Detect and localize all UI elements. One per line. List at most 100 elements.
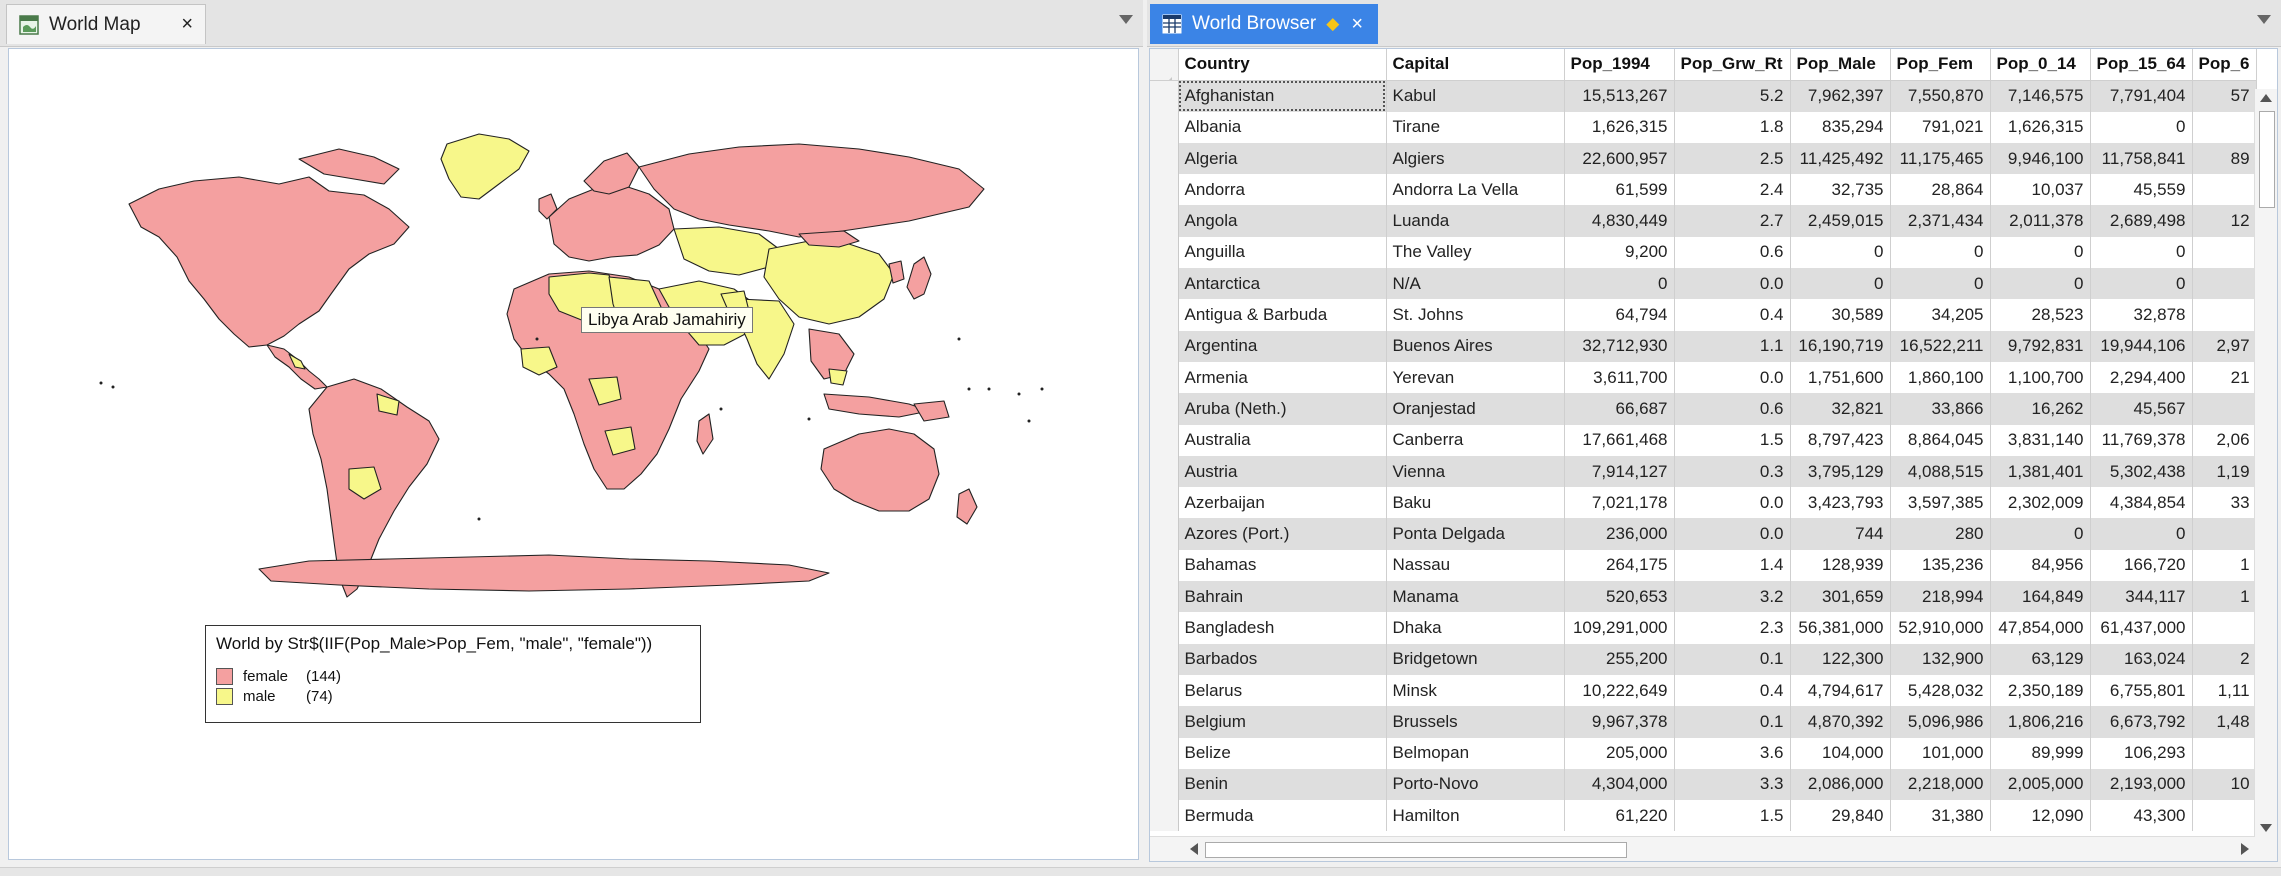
browser-grid-area[interactable]: Country Capital Pop_1994 Pop_Grw_Rt Pop_Male… bbox=[1149, 48, 2278, 862]
table-cell[interactable]: 2,459,015 bbox=[1790, 205, 1891, 237]
table-cell[interactable]: Bangladesh bbox=[1178, 612, 1387, 644]
table-cell[interactable]: 2.7 bbox=[1674, 205, 1791, 237]
table-cell[interactable]: N/A bbox=[1386, 268, 1565, 300]
table-cell[interactable]: 5,428,032 bbox=[1890, 674, 1991, 707]
chevron-down-icon[interactable] bbox=[2257, 15, 2271, 24]
table-row[interactable]: Antigua & Barbuda St. Johns 64,794 0.4 30,58… bbox=[1150, 299, 2257, 331]
table-cell[interactable]: 0 bbox=[1990, 518, 2091, 550]
table-cell[interactable]: 2.5 bbox=[1674, 142, 1791, 175]
table-cell[interactable]: 30,589 bbox=[1790, 299, 1891, 331]
table-cell[interactable]: Afghanistan bbox=[1178, 80, 1387, 112]
table-cell[interactable]: 9,967,378 bbox=[1564, 706, 1675, 738]
row-header[interactable] bbox=[1150, 800, 1179, 832]
table-row[interactable]: Bermuda Hamilton 61,220 1.5 29,840 31,380 12,0… bbox=[1150, 800, 2257, 832]
table-cell[interactable]: Bahamas bbox=[1178, 549, 1387, 582]
table-cell[interactable]: 33,866 bbox=[1890, 393, 1991, 425]
column-header-pop-0-14[interactable]: Pop_0_14 bbox=[1990, 49, 2091, 81]
row-header[interactable] bbox=[1150, 393, 1179, 425]
table-cell[interactable]: Belarus bbox=[1178, 674, 1387, 707]
table-cell[interactable]: 0.0 bbox=[1674, 268, 1791, 300]
row-header[interactable] bbox=[1150, 768, 1179, 801]
table-cell[interactable]: 0 bbox=[1790, 236, 1891, 269]
table-cell[interactable]: 7,550,870 bbox=[1890, 80, 1991, 112]
world-map[interactable] bbox=[9, 49, 1139, 859]
table-cell[interactable]: 61,437,000 bbox=[2090, 612, 2193, 644]
table-cell[interactable]: Antarctica bbox=[1178, 268, 1387, 300]
table-cell[interactable]: 0 bbox=[1990, 268, 2091, 300]
row-header[interactable] bbox=[1150, 236, 1179, 269]
table-cell[interactable]: 166,720 bbox=[2090, 549, 2193, 582]
table-cell[interactable]: 19,944,106 bbox=[2090, 330, 2193, 362]
table-cell[interactable]: 835,294 bbox=[1790, 111, 1891, 143]
table-cell[interactable]: 6,755,801 bbox=[2090, 674, 2193, 707]
table-cell[interactable]: 205,000 bbox=[1564, 737, 1675, 769]
column-header-pop-fem[interactable]: Pop_Fem bbox=[1890, 49, 1991, 81]
table-cell[interactable]: 28,864 bbox=[1890, 174, 1991, 206]
table-cell[interactable]: 0 bbox=[2090, 111, 2193, 143]
table-cell[interactable]: Luanda bbox=[1386, 205, 1565, 237]
table-row[interactable]: Anguilla The Valley 9,200 0.6 0 0 0 0 bbox=[1150, 236, 2257, 269]
row-header[interactable] bbox=[1150, 268, 1179, 300]
table-row[interactable]: Armenia Yerevan 3,611,700 0.0 1,751,600 1,860… bbox=[1150, 361, 2257, 394]
table-cell[interactable]: 1,11 bbox=[2192, 674, 2257, 707]
table-cell[interactable]: 1,806,216 bbox=[1990, 706, 2091, 738]
table-cell[interactable]: 33 bbox=[2192, 487, 2257, 519]
row-header[interactable] bbox=[1150, 142, 1179, 175]
table-cell[interactable]: Nassau bbox=[1386, 549, 1565, 582]
table-cell[interactable]: 32,735 bbox=[1790, 174, 1891, 206]
table-row[interactable]: Bangladesh Dhaka 109,291,000 2.3 56,381,000 5… bbox=[1150, 612, 2257, 644]
table-cell[interactable]: Bridgetown bbox=[1386, 643, 1565, 675]
table-cell[interactable]: Armenia bbox=[1178, 361, 1387, 394]
table-cell[interactable]: Vienna bbox=[1386, 455, 1565, 488]
table-cell[interactable]: 16,522,211 bbox=[1890, 330, 1991, 362]
table-row[interactable]: Bahrain Manama 520,653 3.2 301,659 218,994 164… bbox=[1150, 581, 2257, 613]
table-cell[interactable]: 16,190,719 bbox=[1790, 330, 1891, 362]
data-grid[interactable]: Country Capital Pop_1994 Pop_Grw_Rt Pop_Male… bbox=[1150, 49, 2257, 832]
table-cell[interactable]: 218,994 bbox=[1890, 581, 1991, 613]
table-cell[interactable]: 0.4 bbox=[1674, 674, 1791, 707]
table-row[interactable]: Albania Tirane 1,626,315 1.8 835,294 791,021 1… bbox=[1150, 111, 2257, 143]
table-cell[interactable]: 31,380 bbox=[1890, 800, 1991, 832]
column-header-country[interactable]: Country bbox=[1178, 49, 1387, 81]
table-cell[interactable]: 3,423,793 bbox=[1790, 487, 1891, 519]
close-icon[interactable]: × bbox=[181, 13, 193, 36]
table-cell[interactable]: 2,086,000 bbox=[1790, 768, 1891, 801]
table-cell[interactable]: 104,000 bbox=[1790, 737, 1891, 769]
table-cell[interactable]: 2,350,189 bbox=[1990, 674, 2091, 707]
table-cell[interactable]: 164,849 bbox=[1990, 581, 2091, 613]
table-row[interactable]: Austria Vienna 7,914,127 0.3 3,795,129 4,088,… bbox=[1150, 455, 2257, 488]
table-cell[interactable]: St. Johns bbox=[1386, 299, 1565, 331]
table-cell[interactable]: 8,797,423 bbox=[1790, 424, 1891, 456]
table-cell[interactable]: 3.2 bbox=[1674, 581, 1791, 613]
close-icon[interactable]: × bbox=[1351, 13, 1363, 36]
table-cell[interactable]: Kabul bbox=[1386, 80, 1565, 112]
table-cell[interactable]: 344,117 bbox=[2090, 581, 2193, 613]
table-row[interactable]: Belarus Minsk 10,222,649 0.4 4,794,617 5,428,… bbox=[1150, 674, 2257, 707]
table-cell[interactable]: Belgium bbox=[1178, 706, 1387, 738]
table-cell[interactable]: 7,146,575 bbox=[1990, 80, 2091, 112]
row-header[interactable] bbox=[1150, 674, 1179, 707]
table-cell[interactable] bbox=[2192, 174, 2257, 206]
row-header[interactable] bbox=[1150, 424, 1179, 456]
table-row[interactable]: Barbados Bridgetown 255,200 0.1 122,300 132,9… bbox=[1150, 643, 2257, 675]
table-cell[interactable]: 28,523 bbox=[1990, 299, 2091, 331]
table-cell[interactable]: 5,302,438 bbox=[2090, 455, 2193, 488]
vertical-scrollbar[interactable] bbox=[2254, 89, 2277, 837]
scroll-right-icon[interactable] bbox=[2241, 843, 2249, 855]
table-cell[interactable]: 0.0 bbox=[1674, 361, 1791, 394]
table-cell[interactable]: 122,300 bbox=[1790, 643, 1891, 675]
row-header[interactable] bbox=[1150, 706, 1179, 738]
table-cell[interactable]: 3,597,385 bbox=[1890, 487, 1991, 519]
table-cell[interactable]: 264,175 bbox=[1564, 549, 1675, 582]
row-header[interactable] bbox=[1150, 549, 1179, 582]
row-header[interactable] bbox=[1150, 80, 1179, 112]
table-cell[interactable]: 9,200 bbox=[1564, 236, 1675, 269]
table-row[interactable]: Antarctica N/A 0 0.0 0 0 0 0 bbox=[1150, 268, 2257, 300]
table-cell[interactable]: 0 bbox=[2090, 268, 2193, 300]
column-header-pop-male[interactable]: Pop_Male bbox=[1790, 49, 1891, 81]
table-cell[interactable]: 163,024 bbox=[2090, 643, 2193, 675]
table-cell[interactable]: 301,659 bbox=[1790, 581, 1891, 613]
table-cell[interactable]: 32,712,930 bbox=[1564, 330, 1675, 362]
table-cell[interactable]: 3.3 bbox=[1674, 768, 1791, 801]
table-cell[interactable]: 2 bbox=[2192, 643, 2257, 675]
